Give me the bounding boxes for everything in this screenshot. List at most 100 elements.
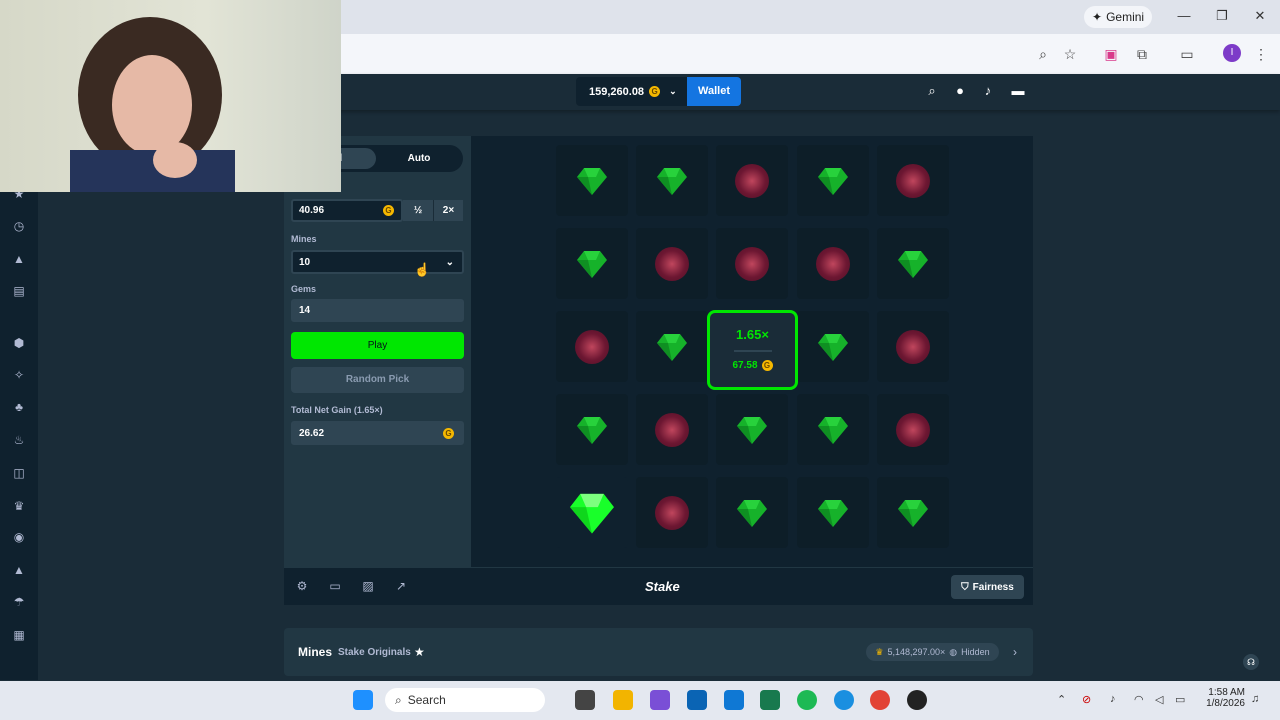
store-icon[interactable] — [687, 690, 707, 710]
live-icon[interactable]: ☂ — [10, 593, 28, 611]
file-explorer-icon[interactable] — [613, 690, 633, 710]
slot-icon[interactable]: ◫ — [10, 464, 28, 482]
cone-icon[interactable]: ▲ — [10, 561, 28, 579]
chevron-right-icon[interactable]: › — [1013, 645, 1017, 659]
fairness-button[interactable]: ⛉ Fairness — [951, 575, 1024, 599]
tray-network-alert-icon[interactable]: ⊘ — [1082, 693, 1091, 706]
terminal-icon[interactable] — [760, 690, 780, 710]
menu-dots-icon[interactable]: ⋮ — [1252, 45, 1270, 63]
board-tile[interactable] — [877, 228, 949, 299]
dice-icon[interactable]: ⬢ — [10, 334, 28, 352]
board-tile[interactable] — [877, 477, 949, 548]
play-button[interactable]: Play — [291, 332, 464, 359]
board-tile[interactable] — [716, 228, 788, 299]
grid-icon[interactable]: ▦ — [10, 626, 28, 644]
clock[interactable]: 1:58 AM 1/8/2026 — [1203, 687, 1245, 709]
gem-icon — [898, 499, 928, 527]
board-tile[interactable] — [797, 145, 869, 216]
tab-search-icon[interactable]: ▭ — [1178, 45, 1196, 63]
translate-extension-icon[interactable]: ▣ — [1102, 45, 1120, 63]
crown-icon[interactable]: ♛ — [10, 497, 28, 515]
board-tile[interactable] — [636, 311, 708, 382]
gem-icon — [577, 416, 607, 444]
profile-avatar[interactable]: I — [1223, 44, 1241, 62]
board-tile[interactable] — [636, 145, 708, 216]
gems-label: Gems — [291, 284, 317, 294]
taskbar-search[interactable]: ⌕ Search — [385, 688, 545, 712]
balance-selector[interactable]: 159,260.08 G ⌄ — [576, 77, 687, 106]
chat-icon[interactable]: ▬ — [1011, 84, 1025, 98]
board-tile[interactable] — [797, 477, 869, 548]
board-tile[interactable] — [716, 394, 788, 465]
game-subtitle[interactable]: Stake Originals — [338, 647, 411, 658]
close-icon[interactable]: ✕ — [1250, 8, 1270, 24]
obs-icon[interactable] — [907, 690, 927, 710]
clock-icon[interactable]: ◷ — [10, 217, 28, 235]
battery-icon[interactable]: ▭ — [1175, 693, 1185, 706]
board-tile[interactable] — [636, 394, 708, 465]
bet-amount-input[interactable]: 40.96 G — [291, 199, 403, 222]
flame-icon[interactable]: ♨ — [10, 431, 28, 449]
task-view-icon[interactable] — [575, 690, 595, 710]
board-tile[interactable] — [556, 228, 628, 299]
outlook-icon[interactable] — [724, 690, 744, 710]
random-pick-button[interactable]: Random Pick — [291, 367, 464, 393]
extensions-icon[interactable]: ⧉ — [1133, 45, 1151, 63]
board-tile[interactable] — [877, 394, 949, 465]
stats-icon[interactable]: ▨ — [361, 579, 375, 593]
board-tile[interactable] — [797, 394, 869, 465]
ticket-icon[interactable]: ▤ — [10, 282, 28, 300]
minimize-icon[interactable]: — — [1174, 8, 1194, 23]
bell-icon[interactable]: ♪ — [981, 84, 995, 98]
microphone-icon[interactable]: ♪ — [1110, 693, 1116, 705]
cards-icon[interactable]: ♣ — [10, 398, 28, 416]
board-tile[interactable] — [636, 477, 708, 548]
gem-icon — [737, 416, 767, 444]
mines-select[interactable]: 10 ⌄ — [291, 250, 464, 274]
max-win-badge[interactable]: ♛ 5,148,297.00× ◍ Hidden — [866, 643, 999, 661]
user-icon[interactable]: ● — [953, 84, 967, 98]
edge-icon[interactable] — [834, 690, 854, 710]
copilot-icon[interactable] — [650, 690, 670, 710]
trophy-icon[interactable]: ▲ — [10, 250, 28, 268]
gem-icon — [818, 416, 848, 444]
net-gain-field: 26.62 G — [291, 421, 464, 445]
restore-icon[interactable]: ❐ — [1212, 8, 1232, 24]
chip-icon[interactable]: ◉ — [10, 528, 28, 546]
coin-icon: G — [649, 86, 661, 97]
search-icon[interactable]: ⌕ — [925, 84, 939, 98]
board-tile[interactable] — [556, 145, 628, 216]
board-tile[interactable] — [556, 394, 628, 465]
chevron-down-icon: ⌄ — [445, 256, 454, 268]
half-bet-button[interactable]: ½ — [403, 200, 433, 221]
gem-icon — [737, 499, 767, 527]
chrome-icon[interactable] — [870, 690, 890, 710]
wallet-button[interactable]: Wallet — [687, 77, 741, 106]
tray-chevron-icon[interactable]: ⌃ — [1057, 693, 1066, 706]
favorite-star-icon[interactable]: ★ — [414, 645, 425, 659]
board-tile[interactable] — [716, 145, 788, 216]
support-icon[interactable]: ☊ — [1243, 654, 1259, 670]
theatre-icon[interactable]: ▭ — [328, 579, 342, 593]
gemini-button[interactable]: ✦ Gemini — [1084, 6, 1153, 28]
wifi-icon[interactable]: ◠ — [1134, 693, 1144, 706]
board-tile[interactable] — [877, 311, 949, 382]
board-tile[interactable] — [636, 228, 708, 299]
board-tile[interactable] — [556, 311, 628, 382]
popout-icon[interactable]: ↗ — [394, 579, 408, 593]
notification-bell-icon[interactable]: ♫ — [1251, 693, 1259, 705]
sparkles-icon[interactable]: ✧ — [10, 366, 28, 384]
windows-start-icon[interactable] — [353, 690, 373, 710]
double-bet-button[interactable]: 2× — [433, 200, 463, 221]
zoom-icon[interactable]: ⌕ — [1034, 45, 1052, 63]
bookmark-star-icon[interactable]: ☆ — [1061, 45, 1079, 63]
board-tile[interactable] — [716, 477, 788, 548]
board-tile[interactable] — [797, 311, 869, 382]
tab-auto[interactable]: Auto — [378, 148, 460, 169]
volume-icon[interactable]: ◁ — [1155, 693, 1163, 706]
board-tile[interactable] — [556, 477, 628, 548]
spotify-icon[interactable] — [797, 690, 817, 710]
settings-icon[interactable]: ⚙ — [295, 579, 309, 593]
board-tile[interactable] — [877, 145, 949, 216]
board-tile[interactable] — [797, 228, 869, 299]
